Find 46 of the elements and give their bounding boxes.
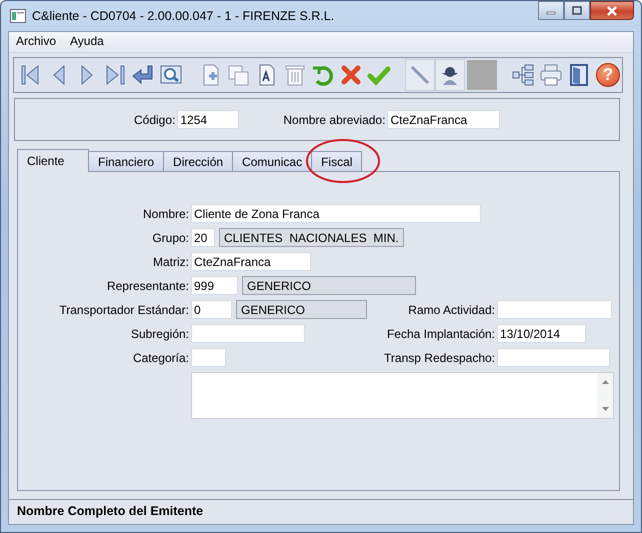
input-field[interactable]: CteZnaFranca bbox=[387, 110, 500, 129]
tab[interactable]: Cliente bbox=[17, 149, 89, 172]
input-field[interactable]: 13/10/2014 bbox=[497, 324, 586, 343]
status-text: Nombre Completo del Emitente bbox=[17, 504, 204, 518]
tab[interactable]: Fiscal bbox=[311, 151, 362, 171]
menu-item[interactable]: Archivo bbox=[16, 34, 56, 52]
input-field[interactable]: Cliente de Zona Franca bbox=[191, 204, 481, 223]
app-icon bbox=[10, 9, 26, 23]
input-field[interactable] bbox=[497, 300, 612, 319]
input-field[interactable] bbox=[191, 348, 226, 367]
field-label: Grupo: bbox=[151, 230, 189, 244]
input-field[interactable]: 999 bbox=[191, 276, 238, 295]
field-label: Ramo Actividad: bbox=[407, 302, 495, 316]
close-icon bbox=[606, 6, 618, 16]
description-field: CLIENTES NACIONALES MIN. bbox=[219, 228, 404, 247]
minimize-button[interactable] bbox=[538, 1, 564, 20]
input-field[interactable]: 1254 bbox=[177, 110, 240, 129]
field-label: Subregión: bbox=[130, 326, 189, 340]
field-label: Código: bbox=[134, 112, 176, 126]
field-label: Nombre: bbox=[142, 206, 189, 220]
window-title: C&liente - CD0704 - 2.00.00.047 - 1 - FIRENZE S.R.L. bbox=[32, 9, 336, 23]
maximize-button[interactable] bbox=[564, 1, 590, 20]
tab[interactable]: Dirección bbox=[163, 151, 234, 171]
field-label: Matriz: bbox=[152, 254, 189, 268]
input-field[interactable]: 20 bbox=[191, 228, 215, 247]
close-button[interactable] bbox=[590, 1, 634, 20]
maximize-icon bbox=[572, 6, 582, 15]
input-field[interactable]: 0 bbox=[191, 300, 232, 319]
field-label: Fecha Implantación: bbox=[386, 326, 495, 340]
field-label: Transp Redespacho: bbox=[383, 350, 495, 364]
description-field: GENERICO bbox=[242, 276, 416, 295]
input-field[interactable] bbox=[191, 324, 305, 343]
scroll-up-icon[interactable] bbox=[600, 379, 610, 385]
scroll-down-icon[interactable] bbox=[600, 406, 610, 412]
field-label: Transportador Estándar: bbox=[58, 302, 189, 316]
input-field[interactable]: CteZnaFranca bbox=[191, 252, 311, 271]
person-icon[interactable] bbox=[435, 59, 465, 91]
field-label: Categoría: bbox=[132, 350, 189, 364]
description-field: GENERICO bbox=[236, 300, 367, 319]
input-field[interactable] bbox=[497, 348, 610, 367]
tab[interactable]: Comunicac bbox=[232, 151, 312, 171]
field-label: Nombre abreviado: bbox=[283, 112, 386, 126]
menu-item[interactable]: Ayuda bbox=[70, 34, 104, 52]
field-label: Representante: bbox=[106, 278, 189, 292]
memo-field[interactable] bbox=[191, 372, 614, 419]
tab[interactable]: Financiero bbox=[88, 151, 164, 171]
